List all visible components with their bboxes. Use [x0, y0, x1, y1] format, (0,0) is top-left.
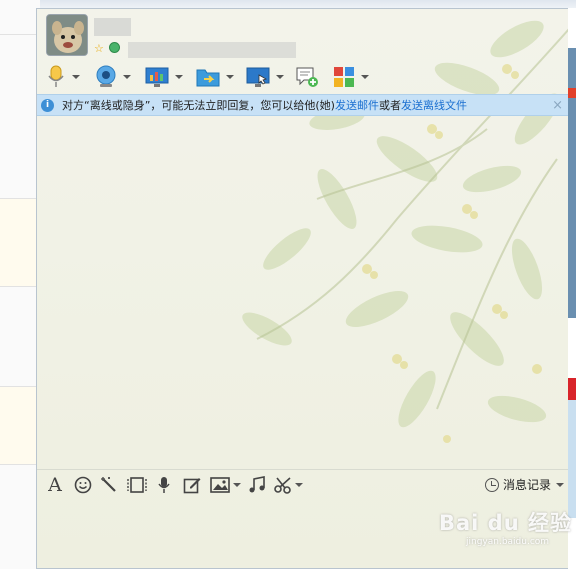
contact-name-redacted [94, 18, 131, 36]
chevron-down-icon[interactable] [294, 483, 303, 487]
scissors-icon [273, 477, 291, 494]
image-button[interactable] [208, 475, 242, 495]
webcam-icon [96, 65, 116, 87]
clock-icon [484, 477, 499, 492]
chevron-down-icon[interactable] [556, 482, 564, 487]
add-chat-icon [296, 67, 318, 87]
background-divider [0, 464, 40, 465]
signature-redacted [128, 42, 296, 58]
chat-bubble-icon[interactable] [109, 42, 120, 53]
voice-call-button[interactable] [46, 64, 80, 90]
magic-button[interactable] [99, 475, 119, 495]
screen-share-icon [145, 67, 169, 87]
image-icon [209, 477, 230, 493]
browser-top-bar [0, 0, 576, 8]
offline-notice-bar: i 对方“离线或隐身”，可能无法立即回复，您可以给他(她) 发送邮件 或者 发送… [37, 94, 568, 116]
emoji-button[interactable] [73, 475, 93, 495]
background-divider [0, 386, 40, 387]
message-history-label: 消息记录 [502, 478, 551, 492]
chevron-down-icon[interactable] [226, 75, 234, 79]
screen-share-button[interactable] [145, 64, 183, 90]
background-divider [0, 286, 40, 287]
music-icon [249, 476, 265, 493]
magic-wand-icon [101, 477, 116, 492]
voice-icon [158, 477, 170, 493]
star-icon[interactable]: ☆ [94, 42, 104, 55]
info-icon: i [41, 98, 54, 112]
chevron-down-icon[interactable] [123, 75, 131, 79]
edit-icon [183, 478, 201, 494]
screen: ☆ i 对方“离线或隐身”，可能无法立即回复，您可以给他(她) 发送邮件 或者 … [0, 0, 576, 569]
message-area[interactable] [37, 117, 568, 469]
chat-window: ☆ i 对方“离线或隐身”，可能无法立即回复，您可以给他(她) 发送邮件 或者 … [36, 8, 568, 569]
font-icon[interactable]: A [45, 474, 65, 496]
chevron-down-icon[interactable] [175, 75, 183, 79]
apps-button[interactable] [333, 64, 369, 90]
background-page-edge [568, 48, 576, 518]
notice-text-or: 或者 [378, 99, 401, 112]
watermark-url: jingyan.baidu.com [466, 537, 550, 547]
voice-message-button[interactable] [155, 475, 173, 495]
close-icon[interactable]: × [552, 98, 563, 113]
avatar-image [47, 15, 87, 55]
remote-desktop-icon [246, 67, 270, 87]
notice-text: 对方“离线或隐身”，可能无法立即回复，您可以给他(她) [62, 99, 335, 112]
remote-desktop-button[interactable] [246, 64, 284, 90]
divider [37, 469, 568, 470]
edit-button[interactable] [182, 475, 202, 495]
video-clip-button[interactable] [126, 475, 148, 495]
music-button[interactable] [247, 475, 267, 495]
chat-toolbar [37, 64, 377, 92]
avatar[interactable] [46, 14, 88, 56]
apps-icon [334, 67, 354, 87]
background-band [0, 198, 40, 286]
video-call-button[interactable] [95, 64, 131, 90]
chevron-down-icon[interactable] [276, 75, 284, 79]
chevron-down-icon[interactable] [361, 75, 369, 79]
chevron-down-icon[interactable] [232, 483, 241, 487]
background-band [0, 386, 40, 464]
message-history-button[interactable]: 消息记录 [484, 476, 564, 493]
file-transfer-icon [196, 69, 220, 87]
watermark-logo: Bai du 经验 [439, 511, 572, 535]
video-icon [127, 477, 147, 493]
send-offline-file-link[interactable]: 发送离线文件 [401, 97, 467, 113]
background-divider [0, 34, 40, 35]
background-divider [0, 198, 40, 199]
screenshot-button[interactable] [272, 475, 304, 495]
add-chat-button[interactable] [295, 64, 319, 90]
emoji-icon [74, 476, 92, 494]
microphone-icon [48, 65, 64, 87]
file-transfer-button[interactable] [196, 64, 234, 90]
title-bar: ☆ [37, 9, 568, 64]
chevron-down-icon[interactable] [72, 75, 80, 79]
send-email-link[interactable]: 发送邮件 [335, 97, 379, 113]
